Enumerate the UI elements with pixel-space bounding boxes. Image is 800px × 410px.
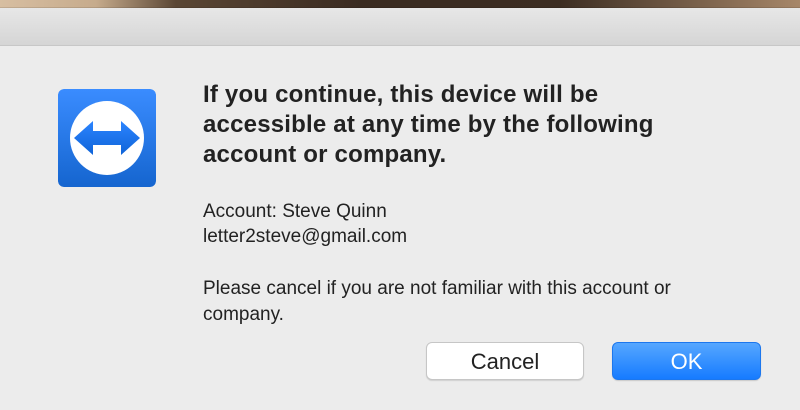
desktop-background-strip	[0, 0, 800, 8]
ok-button[interactable]: OK	[612, 342, 761, 380]
dialog-titlebar[interactable]	[0, 8, 800, 46]
teamviewer-icon	[58, 89, 156, 187]
confirmation-dialog: If you continue, this device will be acc…	[0, 8, 800, 410]
account-details: Account: Steve Quinn letter2steve@gmail.…	[203, 199, 723, 249]
cancel-button[interactable]: Cancel	[426, 342, 584, 380]
account-name: Account: Steve Quinn	[203, 201, 387, 222]
account-email: letter2steve@gmail.com	[203, 226, 408, 247]
warning-message: Please cancel if you are not familiar wi…	[203, 278, 671, 325]
dialog-headline: If you continue, this device will be acc…	[203, 81, 654, 168]
